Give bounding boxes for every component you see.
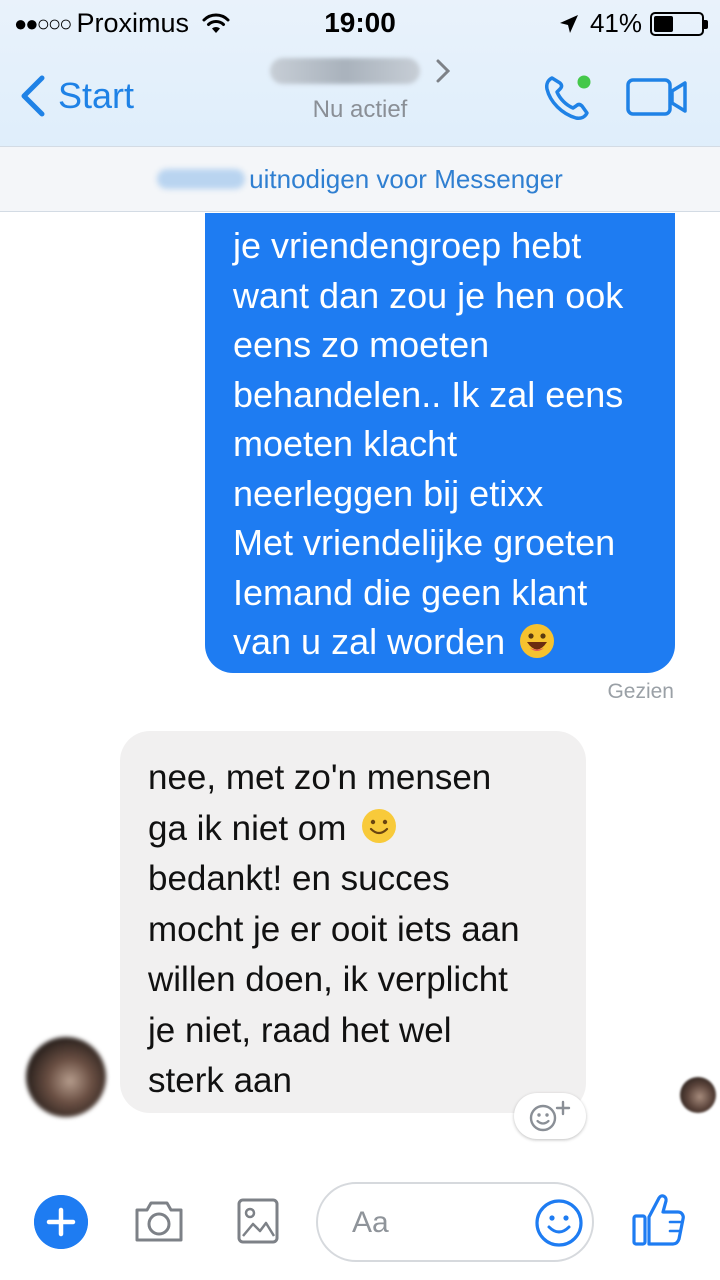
plus-icon[interactable] — [34, 1195, 88, 1249]
message-composer: Aa — [0, 1170, 720, 1280]
message-line: behandelen.. Ik zal eens — [233, 373, 624, 415]
smiling-emoji-icon — [362, 808, 397, 843]
conversation-nav: Start Nu actief — [0, 48, 720, 146]
message-line: want dan zou je hen ook — [233, 274, 624, 316]
grinning-emoji-icon — [520, 624, 555, 658]
contact-header[interactable]: Nu actief — [0, 58, 720, 124]
message-line: nee, met zo'n mensen — [148, 758, 492, 797]
message-line: moeten klacht — [233, 423, 458, 464]
battery-fill — [654, 15, 673, 32]
video-call-icon[interactable] — [626, 78, 688, 116]
seen-receipt: Gezien — [607, 680, 674, 703]
battery-percent: 41% — [589, 8, 642, 38]
message-line-text: ga ik niet om — [148, 808, 347, 848]
message-line: Met vriendelijke groeten — [233, 522, 616, 563]
message-line: mocht je er ooit iets aan — [148, 909, 520, 949]
message-input[interactable]: Aa — [316, 1182, 594, 1262]
thumbs-up-icon[interactable] — [630, 1190, 686, 1250]
message-line-text: van u zal worden — [233, 621, 506, 662]
message-line-last: van u zal worden — [233, 617, 655, 667]
status-right: 41% — [558, 8, 708, 39]
message-line: neerleggen bij etixx — [233, 472, 544, 514]
read-receipt-avatar — [680, 1077, 716, 1113]
message-input-placeholder: Aa — [352, 1206, 389, 1239]
active-status: Nu actief — [312, 96, 408, 123]
invite-banner[interactable]: uitnodigen voor Messenger — [0, 146, 720, 212]
received-message-bubble[interactable]: nee, met zo'n mensen ga ik niet om bedan… — [120, 731, 586, 1113]
emoji-picker-icon[interactable] — [532, 1196, 586, 1250]
message-line: je niet, raad het wel — [148, 1010, 452, 1050]
chevron-right-icon — [436, 59, 451, 83]
status-bar: ●●○○○ Proximus 19:00 41% — [0, 0, 720, 48]
add-reaction-button[interactable] — [514, 1093, 586, 1139]
location-arrow-icon — [559, 14, 578, 33]
message-line: sterk aan — [148, 1061, 292, 1100]
contact-name-redacted — [269, 58, 420, 84]
header: ●●○○○ Proximus 19:00 41% Start Nu actief — [0, 0, 720, 146]
invite-text: uitnodigen voor Messenger — [249, 163, 563, 194]
online-dot — [577, 75, 591, 89]
message-line: willen doen, ik verplicht — [148, 960, 508, 999]
camera-icon[interactable] — [132, 1196, 186, 1246]
image-gallery-icon[interactable] — [236, 1196, 280, 1246]
message-line: je vriendengroep hebt — [233, 225, 582, 266]
contact-avatar[interactable] — [26, 1037, 106, 1117]
sent-message-bubble[interactable]: je vriendengroep hebt want dan zou je he… — [205, 213, 675, 673]
add-reaction-icon — [529, 1100, 571, 1132]
message-line: Iemand die geen klant — [233, 571, 588, 613]
battery-icon — [650, 11, 708, 36]
invitee-name-redacted — [157, 169, 246, 189]
message-line: eens zo moeten — [233, 324, 490, 365]
phone-call-icon[interactable] — [540, 70, 596, 126]
message-line: bedankt! en succes — [148, 859, 450, 898]
message-line-with-emoji: ga ik niet om — [148, 804, 566, 855]
